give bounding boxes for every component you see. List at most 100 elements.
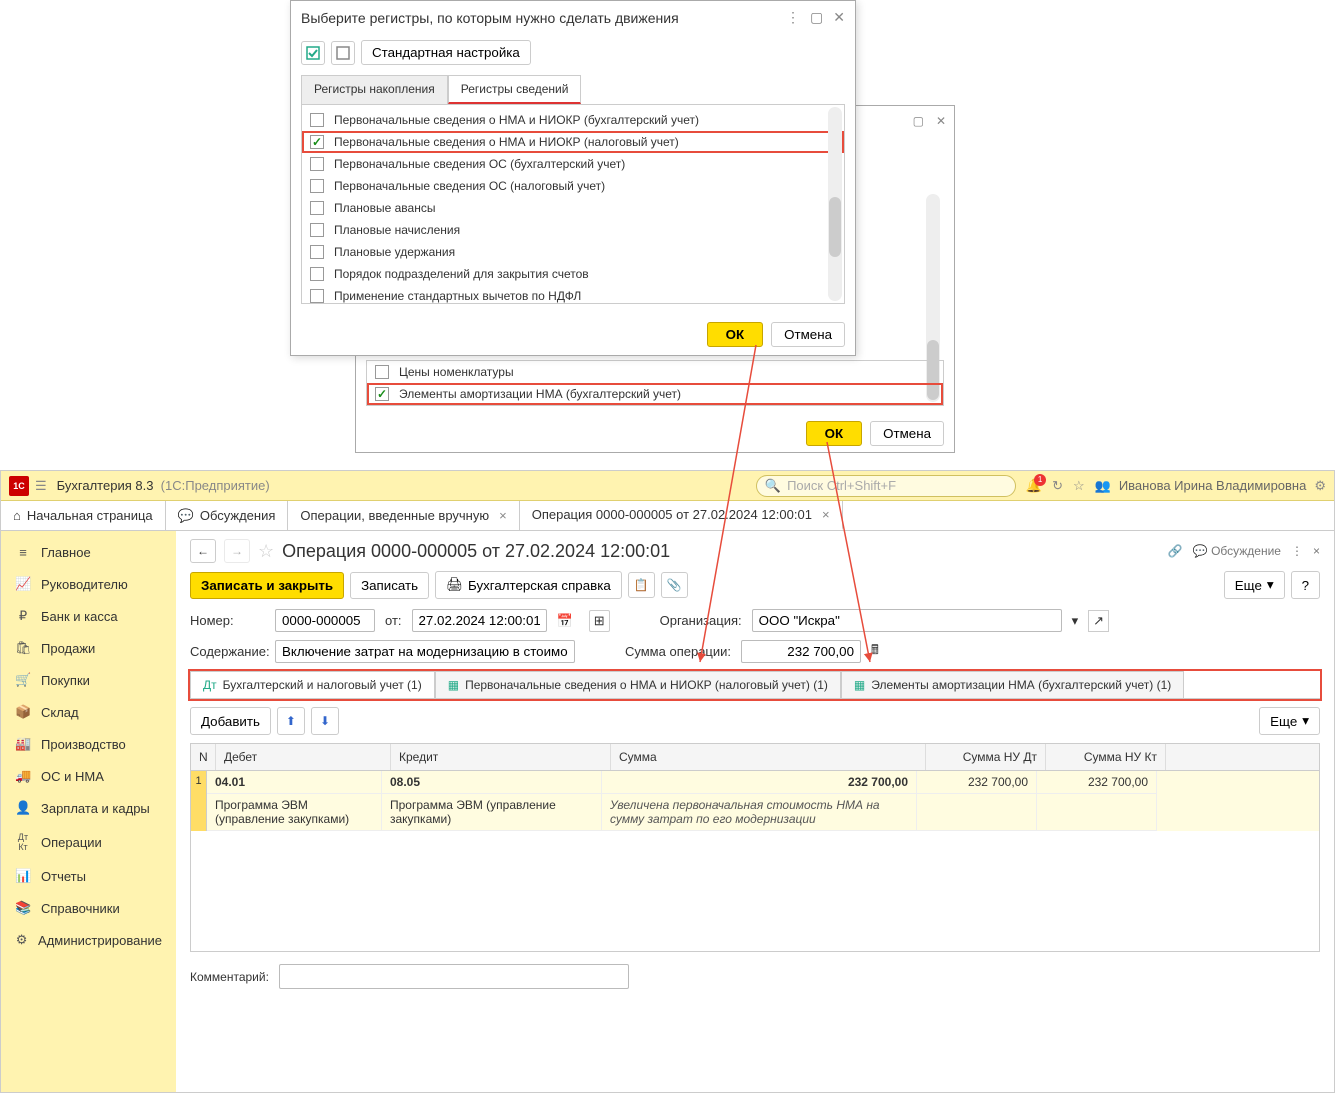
row-sum[interactable]: 232 700,00 — [602, 771, 917, 794]
register-item[interactable]: Цены номенклатуры — [367, 361, 943, 383]
menu-icon[interactable]: ☰ — [35, 478, 47, 494]
close-icon[interactable]: × — [499, 508, 507, 523]
col-debit[interactable]: Дебет — [216, 744, 391, 770]
forward-button[interactable]: → — [224, 539, 250, 563]
maximize-icon[interactable]: ▢ — [913, 114, 924, 128]
more-button[interactable]: Еще ▾ — [1259, 707, 1320, 735]
close-icon[interactable]: × — [822, 507, 830, 522]
register-item[interactable]: Первоначальные сведения о НМА и НИОКР (н… — [302, 131, 844, 153]
tab-accounting[interactable]: ДтБухгалтерский и налоговый учет (1) — [190, 671, 435, 698]
tab-nma-tax[interactable]: ▦Первоначальные сведения о НМА и НИОКР (… — [435, 671, 841, 698]
checkbox-icon[interactable] — [375, 387, 389, 401]
row-note[interactable]: Увеличена первоначальная стоимость НМА н… — [602, 794, 917, 831]
col-sum[interactable]: Сумма — [611, 744, 926, 770]
link-icon[interactable]: 🔗 — [1168, 544, 1183, 558]
uncheck-all-button[interactable] — [331, 41, 355, 65]
more-button[interactable]: Еще ▾ — [1224, 571, 1285, 599]
row-number[interactable]: 1 — [191, 771, 207, 831]
credit-subconto[interactable]: Программа ЭВМ (управление закупками) — [382, 794, 602, 831]
registers-button[interactable]: 📋 — [628, 572, 655, 598]
more-icon[interactable]: ⋮ — [1291, 544, 1303, 558]
history-icon[interactable]: ↻ — [1052, 478, 1063, 494]
sidebar-item-reports[interactable]: 📊Отчеты — [1, 860, 176, 892]
tab-accumulation[interactable]: Регистры накопления — [301, 75, 448, 104]
content-field[interactable] — [275, 640, 575, 663]
search-input[interactable]: 🔍 Поиск Ctrl+Shift+F — [756, 475, 1016, 497]
checkbox-icon[interactable] — [375, 365, 389, 379]
cancel-button[interactable]: Отмена — [771, 322, 845, 347]
calc-icon[interactable]: 🖩 — [871, 641, 879, 663]
discussion-link[interactable]: 💬 Обсуждение — [1193, 544, 1281, 558]
settings-icon[interactable]: ⚙ — [1314, 478, 1326, 494]
col-n[interactable]: N — [191, 744, 216, 770]
debit-account[interactable]: 04.01 — [207, 771, 382, 794]
register-item[interactable]: Порядок подразделений для закрытия счето… — [302, 263, 844, 285]
user-icon[interactable]: 👥 — [1095, 478, 1111, 494]
sidebar-item-assets[interactable]: 🚚ОС и НМА — [1, 760, 176, 792]
debit-subconto[interactable]: Программа ЭВМ (управление закупками) — [207, 794, 382, 831]
register-item[interactable]: Плановые удержания — [302, 241, 844, 263]
sidebar-item-sales[interactable]: 🛍Продажи — [1, 632, 176, 664]
register-item[interactable]: Первоначальные сведения ОС (бухгалтерски… — [302, 153, 844, 175]
dropdown-icon[interactable]: ▾ — [1072, 613, 1079, 629]
more-icon[interactable]: ⋮ — [786, 9, 800, 26]
checkbox-icon[interactable] — [310, 157, 324, 171]
move-up-button[interactable]: ⬆ — [277, 707, 305, 735]
org-field[interactable] — [752, 609, 1062, 632]
tab-discussions[interactable]: 💬Обсуждения — [166, 501, 289, 530]
credit-account[interactable]: 08.05 — [382, 771, 602, 794]
sidebar-item-payroll[interactable]: 👤Зарплата и кадры — [1, 792, 176, 824]
register-item[interactable]: Применение стандартных вычетов по НДФЛ — [302, 285, 844, 304]
open-icon[interactable]: ↗ — [1088, 610, 1109, 632]
sidebar-item-warehouse[interactable]: 📦Склад — [1, 696, 176, 728]
maximize-icon[interactable]: ▢ — [810, 9, 823, 26]
col-credit[interactable]: Кредит — [391, 744, 611, 770]
checkbox-icon[interactable] — [310, 245, 324, 259]
user-name[interactable]: Иванова Ирина Владимировна — [1119, 478, 1307, 493]
move-down-button[interactable]: ⬇ — [311, 707, 339, 735]
checkbox-icon[interactable] — [310, 289, 324, 303]
standard-setup-button[interactable]: Стандартная настройка — [361, 40, 531, 65]
register-item[interactable]: Элементы амортизации НМА (бухгалтерский … — [367, 383, 943, 405]
ok-button[interactable]: ОК — [707, 322, 764, 347]
checkbox-icon[interactable] — [310, 113, 324, 127]
ok-button[interactable]: ОК — [806, 421, 863, 446]
col-nukt[interactable]: Сумма НУ Кт — [1046, 744, 1166, 770]
register-item[interactable]: Первоначальные сведения ОС (налоговый уч… — [302, 175, 844, 197]
register-item[interactable]: Плановые авансы — [302, 197, 844, 219]
sidebar-item-manager[interactable]: 📈Руководителю — [1, 568, 176, 600]
close-icon[interactable]: ✕ — [833, 9, 845, 26]
number-field[interactable] — [275, 609, 375, 632]
register-item[interactable]: Плановые начисления — [302, 219, 844, 241]
sum-field[interactable] — [741, 640, 861, 663]
checkbox-icon[interactable] — [310, 179, 324, 193]
star-icon[interactable]: ☆ — [1073, 478, 1085, 494]
calendar-icon[interactable]: 📅 — [557, 613, 573, 629]
comment-field[interactable] — [279, 964, 629, 989]
tab-operations[interactable]: Операции, введенные вручную× — [288, 501, 519, 530]
bell-icon[interactable]: 🔔1 — [1026, 478, 1042, 494]
sidebar-item-admin[interactable]: ⚙Администрирование — [1, 924, 176, 956]
special-button[interactable]: ⊞ — [589, 610, 610, 632]
sidebar-item-bank[interactable]: ₽Банк и касса — [1, 600, 176, 632]
register-item[interactable]: Первоначальные сведения о НМА и НИОКР (б… — [302, 109, 844, 131]
sidebar-item-operations[interactable]: ДтКтОперации — [1, 824, 176, 860]
checkbox-icon[interactable] — [310, 201, 324, 215]
tab-operation-doc[interactable]: Операция 0000-000005 от 27.02.2024 12:00… — [520, 501, 843, 530]
check-all-button[interactable] — [301, 41, 325, 65]
sidebar-item-main[interactable]: ≡Главное — [1, 537, 176, 568]
checkbox-icon[interactable] — [310, 223, 324, 237]
help-button[interactable]: ? — [1291, 571, 1320, 599]
checkbox-icon[interactable] — [310, 267, 324, 281]
tab-information[interactable]: Регистры сведений — [448, 75, 582, 104]
favorite-icon[interactable]: ☆ — [258, 541, 274, 562]
table-row[interactable]: 04.01 08.05 232 700,00 232 700,00 232 70… — [207, 771, 1319, 794]
sidebar-item-directories[interactable]: 📚Справочники — [1, 892, 176, 924]
save-close-button[interactable]: Записать и закрыть — [190, 572, 344, 599]
attach-button[interactable]: 📎 — [661, 572, 688, 598]
save-button[interactable]: Записать — [350, 572, 429, 599]
back-button[interactable]: ← — [190, 539, 216, 563]
close-icon[interactable]: × — [1313, 544, 1320, 558]
print-button[interactable]: 🖨Бухгалтерская справка — [435, 571, 622, 599]
scrollbar[interactable] — [828, 107, 842, 301]
